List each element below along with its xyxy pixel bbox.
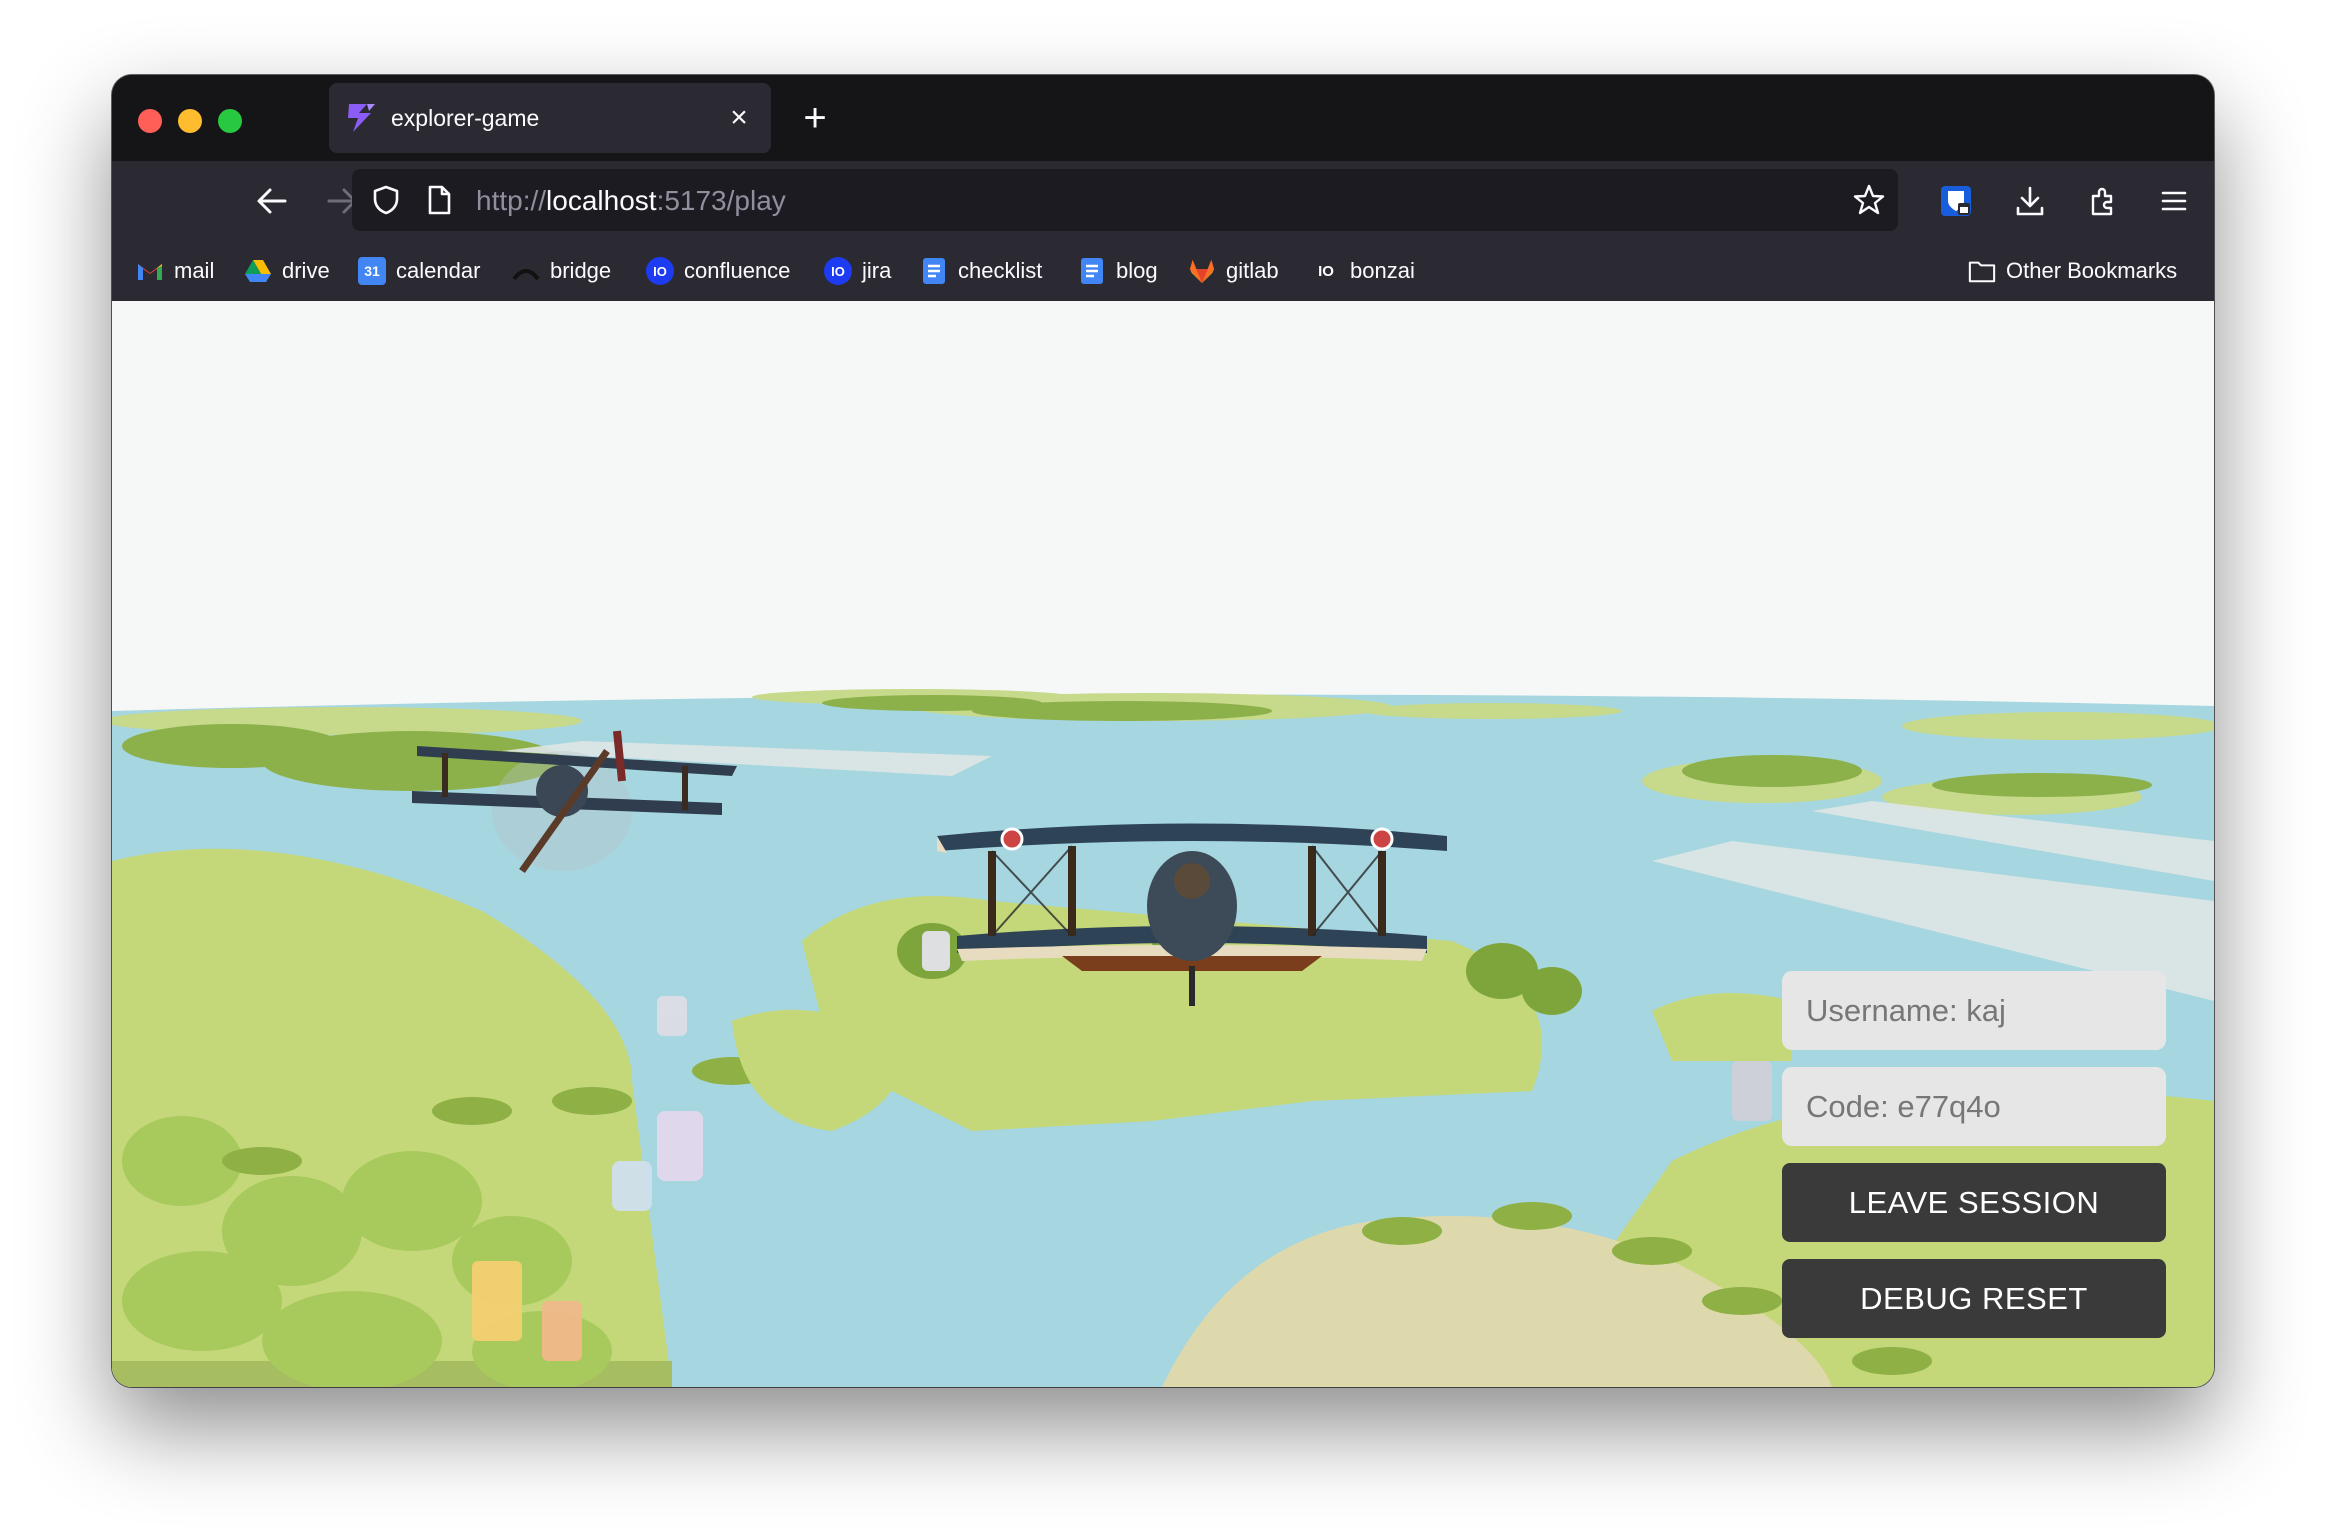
leave-session-button[interactable]: LEAVE SESSION bbox=[1782, 1163, 2166, 1242]
tab-bar: explorer-game × + bbox=[112, 75, 2214, 161]
bookmark-jira[interactable]: IO jira bbox=[824, 253, 891, 289]
url-host: localhost bbox=[546, 185, 657, 216]
downloads-button[interactable] bbox=[2004, 175, 2056, 227]
debug-reset-button[interactable]: DEBUG RESET bbox=[1782, 1259, 2166, 1338]
minimize-window-button[interactable] bbox=[178, 109, 202, 133]
bookmark-label: jira bbox=[862, 258, 892, 283]
page-icon bbox=[428, 185, 451, 215]
bookmark-label: bridge bbox=[550, 258, 612, 283]
browser-window: explorer-game × + http://localhost:5173/… bbox=[112, 75, 2214, 1387]
io-icon: IO bbox=[646, 257, 674, 285]
bridge-icon bbox=[512, 257, 540, 285]
nav-bar: http://localhost:5173/play bbox=[112, 161, 2214, 241]
folder-icon bbox=[1968, 257, 1996, 285]
session-panel: Username: kaj Code: e77q4o LEAVE SESSION… bbox=[1782, 971, 2166, 1355]
url-path: :5173/play bbox=[656, 185, 786, 216]
bitwarden-extension-button[interactable] bbox=[1930, 175, 1982, 227]
gmail-icon bbox=[136, 257, 164, 285]
menu-button[interactable] bbox=[2148, 175, 2200, 227]
arrow-left-icon bbox=[257, 188, 287, 214]
bookmark-bonzai[interactable]: IO bonzai bbox=[1312, 253, 1415, 289]
bookmark-confluence[interactable]: IO confluence bbox=[646, 253, 790, 289]
tab-explorer-game[interactable]: explorer-game × bbox=[329, 83, 771, 153]
star-icon[interactable] bbox=[1852, 183, 1886, 217]
bookmark-label: mail bbox=[174, 258, 215, 283]
bookmark-label: bonzai bbox=[1350, 258, 1415, 283]
back-button[interactable] bbox=[246, 175, 298, 227]
right-island-top bbox=[1652, 993, 1792, 1061]
bookmark-drive[interactable]: drive bbox=[244, 253, 330, 289]
calendar-icon: 31 bbox=[358, 257, 386, 285]
download-icon bbox=[2016, 186, 2044, 216]
bookmark-label: calendar bbox=[396, 258, 481, 283]
doc-icon bbox=[920, 257, 948, 285]
bitwarden-icon bbox=[1941, 186, 1971, 216]
puzzle-icon bbox=[2091, 187, 2113, 216]
code-field[interactable]: Code: e77q4o bbox=[1782, 1067, 2166, 1146]
bookmark-label: confluence bbox=[684, 258, 791, 283]
bookmark-gitlab[interactable]: gitlab bbox=[1188, 253, 1279, 289]
calendar-day: 31 bbox=[364, 263, 380, 279]
gitlab-icon bbox=[1188, 257, 1216, 285]
bookmark-checklist[interactable]: checklist bbox=[920, 253, 1042, 289]
bookmarks-bar: mail drive 31 calendar bridge IO conflue… bbox=[112, 241, 2214, 301]
extensions-button[interactable] bbox=[2078, 175, 2130, 227]
bookmark-label: drive bbox=[282, 258, 330, 283]
lightning-icon bbox=[348, 104, 375, 132]
url-scheme: http:// bbox=[476, 185, 547, 216]
shield-icon bbox=[373, 185, 399, 215]
doc-icon bbox=[1078, 257, 1106, 285]
drive-icon bbox=[244, 257, 272, 285]
tab-close-icon[interactable]: × bbox=[719, 98, 759, 138]
bookmark-mail[interactable]: mail bbox=[136, 253, 214, 289]
bookmark-calendar[interactable]: 31 calendar bbox=[358, 253, 480, 289]
game-viewport[interactable]: Username: kaj Code: e77q4o LEAVE SESSION… bbox=[112, 301, 2214, 1387]
tab-title: explorer-game bbox=[391, 104, 540, 131]
bookmark-bridge[interactable]: bridge bbox=[512, 253, 611, 289]
bookmark-label: Other Bookmarks bbox=[2006, 258, 2178, 283]
zoom-window-button[interactable] bbox=[218, 109, 242, 133]
io-icon: IO bbox=[824, 257, 852, 285]
bookmark-label: checklist bbox=[958, 258, 1043, 283]
bookmark-label: blog bbox=[1116, 258, 1158, 283]
new-tab-button[interactable]: + bbox=[788, 91, 842, 145]
username-field[interactable]: Username: kaj bbox=[1782, 971, 2166, 1050]
bookmark-label: gitlab bbox=[1226, 258, 1279, 283]
url-bar[interactable]: http://localhost:5173/play bbox=[352, 169, 1898, 231]
bookmark-blog[interactable]: blog bbox=[1078, 253, 1158, 289]
other-bookmarks[interactable]: Other Bookmarks bbox=[1968, 253, 2177, 289]
io-icon: IO bbox=[1318, 262, 1334, 280]
close-window-button[interactable] bbox=[138, 109, 162, 133]
hamburger-icon bbox=[2161, 191, 2187, 211]
url-text: http://localhost:5173/play bbox=[476, 185, 786, 217]
